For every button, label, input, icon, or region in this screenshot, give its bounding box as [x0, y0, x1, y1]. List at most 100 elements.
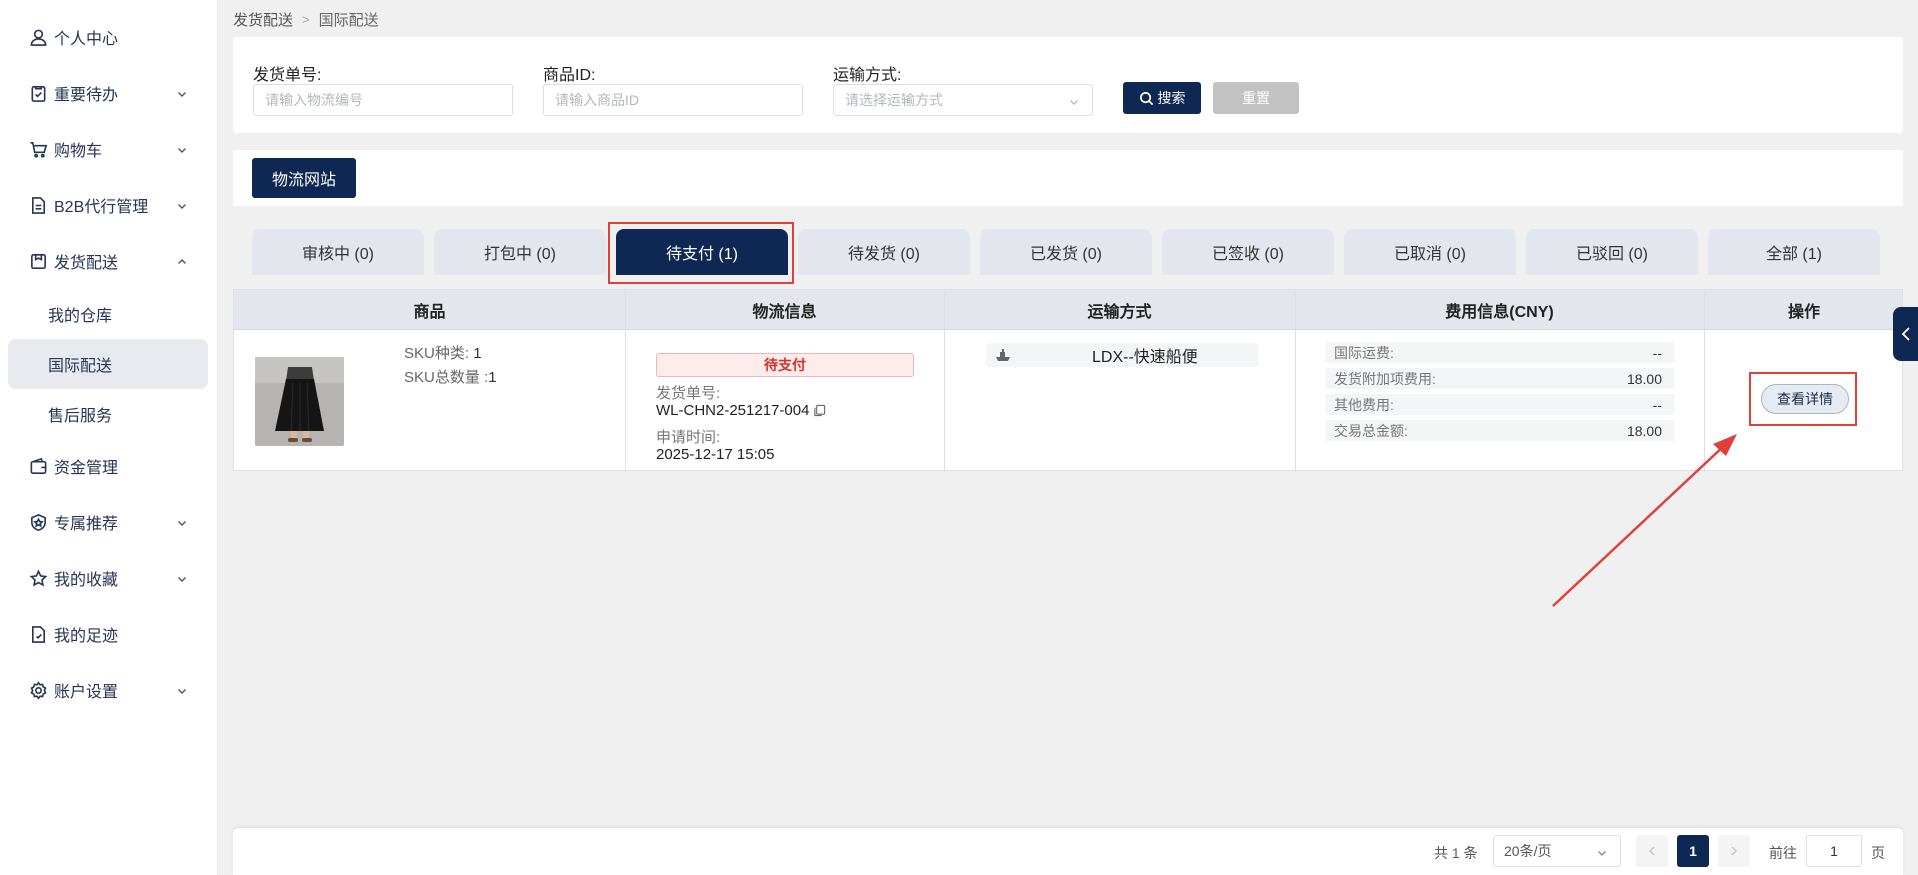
chevron-up-icon	[176, 255, 188, 267]
column-divider	[1295, 290, 1296, 472]
column-divider	[944, 290, 945, 472]
product-id-label: 商品ID:	[543, 67, 596, 84]
header-actions: 操作	[1787, 304, 1820, 321]
star-icon	[28, 568, 48, 588]
tab-cancelled[interactable]: 已取消 (0)	[1344, 229, 1516, 275]
shipping-method-select[interactable]: 请选择运输方式	[833, 84, 1093, 116]
sidebar-item-favorites[interactable]: 我的收藏	[8, 554, 208, 602]
sku-total: SKU总数量 :1	[404, 366, 497, 387]
shipment-no-input[interactable]	[253, 84, 513, 116]
tab-reviewing[interactable]: 审核中 (0)	[252, 229, 424, 275]
fee-row: 发货附加项费用: 18.00	[1326, 368, 1674, 389]
page-unit-label: 页	[1871, 845, 1885, 861]
product-image[interactable]	[255, 357, 344, 446]
chevron-down-icon	[176, 87, 188, 99]
goto-page-input[interactable]	[1806, 835, 1862, 867]
sidebar-sub-intl-shipping[interactable]: 国际配送	[8, 339, 208, 389]
prev-page-button[interactable]	[1636, 835, 1668, 867]
sidebar-item-label: 重要待办	[54, 87, 119, 104]
tab-signed[interactable]: 已签收 (0)	[1162, 229, 1334, 275]
sidebar-item-todo[interactable]: 重要待办	[8, 69, 208, 117]
sidebar-sub-label: 售后服务	[48, 408, 113, 425]
view-details-button[interactable]: 查看详情	[1761, 384, 1849, 414]
header-logistics: 物流信息	[752, 304, 817, 321]
search-button-label: 搜索	[1157, 90, 1186, 106]
wallet-icon	[28, 456, 48, 476]
pagination: 共 1 条 20条/页 1 前往 页	[233, 827, 1903, 875]
sidebar-item-settings[interactable]: 账户设置	[8, 666, 208, 714]
shipping-method-placeholder: 请选择运输方式	[845, 92, 943, 108]
tab-shipped[interactable]: 已发货 (0)	[980, 229, 1152, 275]
shipping-method-label: 运输方式:	[833, 67, 902, 84]
fee-row: 国际运费: --	[1326, 342, 1674, 363]
sidebar-item-recommend[interactable]: 专属推荐	[8, 498, 208, 546]
fee-label: 国际运费:	[1334, 344, 1394, 361]
tab-packing[interactable]: 打包中 (0)	[434, 229, 606, 275]
sidebar-item-b2b[interactable]: B2B代行管理	[8, 181, 208, 229]
tab-all[interactable]: 全部 (1)	[1708, 229, 1880, 275]
collapse-panel-button[interactable]	[1893, 307, 1918, 361]
sidebar-item-label: 账户设置	[54, 684, 119, 701]
chevron-down-icon	[1068, 95, 1080, 107]
sidebar-item-funds[interactable]: 资金管理	[8, 442, 208, 490]
sidebar-item-label: 我的收藏	[54, 572, 119, 589]
shipment-no-label: 发货单号:	[253, 67, 322, 84]
search-button[interactable]: 搜索	[1123, 82, 1201, 114]
sidebar-item-cart[interactable]: 购物车	[8, 125, 208, 173]
fee-value: --	[1652, 396, 1662, 413]
column-divider	[1704, 290, 1705, 472]
breadcrumb-parent[interactable]: 发货配送	[233, 9, 293, 30]
logistics-site-button[interactable]: 物流网站	[252, 158, 356, 198]
sku-types: SKU种类: 1	[404, 342, 482, 363]
chevron-down-icon	[176, 572, 188, 584]
shipment-table: 商品 物流信息 运输方式 费用信息(CNY) 操作 SKU种类: 1 SKU总数…	[233, 289, 1903, 472]
fee-label: 其他费用:	[1334, 396, 1394, 413]
page-number-current[interactable]: 1	[1677, 835, 1709, 867]
sku-types-label: SKU种类:	[404, 345, 474, 362]
shipping-method-box: LDX--快速船便	[986, 343, 1258, 367]
tab-pending-shipment[interactable]: 待发货 (0)	[798, 229, 970, 275]
star-shield-icon	[28, 512, 48, 532]
clipboard-check-icon	[28, 83, 48, 103]
sidebar-item-label: 我的足迹	[54, 628, 119, 645]
page-size-select[interactable]: 20条/页	[1493, 835, 1621, 867]
sidebar: 个人中心 重要待办 购物车 B2B代行管理 发货配送 我的仓库 国际配送 售后服…	[0, 0, 218, 875]
next-page-button[interactable]	[1718, 835, 1750, 867]
tab-pending-payment[interactable]: 待支付 (1)	[616, 229, 788, 275]
goto-label: 前往	[1769, 845, 1797, 861]
sidebar-sub-warehouse[interactable]: 我的仓库	[8, 289, 208, 339]
sidebar-item-label: 发货配送	[54, 255, 119, 272]
sidebar-item-label: 专属推荐	[54, 516, 119, 533]
pagination-total: 共 1 条	[1434, 845, 1478, 861]
sidebar-item-label: 资金管理	[54, 460, 119, 477]
fee-label: 发货附加项费用:	[1334, 370, 1436, 387]
product-id-input[interactable]	[543, 84, 803, 116]
header-shipping-method: 运输方式	[1087, 304, 1152, 321]
chevron-left-icon	[1649, 846, 1655, 856]
apply-time-value: 2025-12-17 15:05	[656, 446, 775, 463]
shipment-no-value: WL-CHN2-251217-004	[656, 402, 826, 419]
copy-icon[interactable]	[813, 404, 826, 417]
sidebar-item-shipping[interactable]: 发货配送	[8, 237, 208, 285]
sidebar-item-footprint[interactable]: 我的足迹	[8, 610, 208, 658]
sidebar-item-label: B2B代行管理	[54, 199, 149, 216]
chevron-left-icon	[1901, 327, 1910, 341]
chevron-down-icon	[176, 199, 188, 211]
chevron-down-icon	[1596, 846, 1608, 858]
fee-label: 交易总金额:	[1334, 422, 1408, 439]
fee-value: 18.00	[1626, 370, 1662, 387]
page-size-value: 20条/页	[1504, 843, 1552, 859]
tab-rejected[interactable]: 已驳回 (0)	[1526, 229, 1698, 275]
chevron-down-icon	[176, 143, 188, 155]
sidebar-item-profile[interactable]: 个人中心	[8, 13, 208, 61]
shipping-method-name: LDX--快速船便	[1092, 349, 1198, 366]
file-icon	[28, 624, 48, 644]
breadcrumb-current: 国际配送	[318, 12, 379, 29]
document-icon	[28, 195, 48, 215]
sidebar-sub-after-sales[interactable]: 售后服务	[8, 389, 208, 439]
user-icon	[28, 27, 48, 47]
header-fees: 费用信息(CNY)	[1445, 304, 1554, 321]
ship-icon	[996, 349, 1010, 361]
box-icon	[28, 251, 48, 271]
reset-button[interactable]: 重置	[1213, 82, 1299, 114]
